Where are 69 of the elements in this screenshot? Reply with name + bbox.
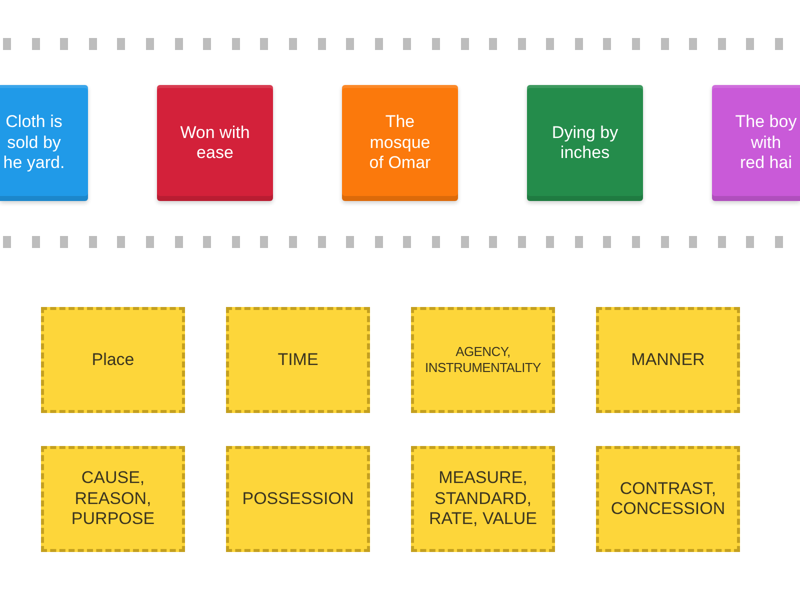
answer-card[interactable]: The mosque of Omar — [342, 85, 458, 201]
perforation-mark — [374, 38, 383, 50]
perforation-mark — [174, 38, 183, 50]
category-drop-zone: Place — [41, 307, 185, 413]
perforation-mark — [718, 38, 726, 50]
perforation-mark — [603, 236, 612, 248]
perforation-mark — [660, 236, 669, 248]
perforation-mark — [32, 38, 40, 50]
perforation-mark — [746, 236, 754, 248]
perforation-mark — [146, 38, 154, 50]
perforation-mark — [746, 38, 754, 50]
perforation-mark — [117, 236, 126, 248]
perforation-mark — [632, 38, 640, 50]
perforation-mark — [3, 38, 11, 50]
perforation-mark — [60, 38, 68, 50]
perforation-mark — [432, 236, 440, 248]
perforation-mark — [32, 236, 40, 248]
perforation-mark — [318, 236, 326, 248]
perforation-mark — [775, 38, 784, 50]
perforation-mark — [632, 236, 640, 248]
perforation-mark — [518, 38, 526, 50]
perforation-mark — [460, 236, 468, 248]
perforation-mark — [260, 236, 268, 248]
category-drop-zone: MEASURE, STANDARD, RATE, VALUE — [411, 446, 555, 552]
category-drop-zone: TIME — [226, 307, 370, 413]
perforation-mark — [288, 38, 297, 50]
perforation-mark — [403, 236, 412, 248]
perforation-mark — [460, 38, 468, 50]
perforation-mark — [203, 236, 212, 248]
answer-card[interactable]: The boy with red hai — [712, 85, 800, 201]
perforation-mark — [60, 236, 68, 248]
perforation-mark — [689, 38, 698, 50]
perforation-mark — [718, 236, 726, 248]
perforation-mark — [346, 236, 354, 248]
perforation-mark — [3, 236, 11, 248]
perforation-mark — [117, 38, 126, 50]
perforation-mark — [232, 38, 240, 50]
perforation-mark — [660, 38, 669, 50]
perforation-mark — [88, 38, 97, 50]
perforation-mark — [403, 38, 412, 50]
perforation-mark — [288, 236, 297, 248]
perforation-mark — [489, 236, 498, 248]
perforation-mark — [374, 236, 383, 248]
perforation-mark — [203, 38, 212, 50]
perforation-mark — [546, 236, 554, 248]
perforation-mark — [232, 236, 240, 248]
answer-card[interactable]: Won with ease — [157, 85, 273, 201]
perforation-mark — [574, 236, 583, 248]
category-drop-zone: CONTRAST, CONCESSION — [596, 446, 740, 552]
category-drop-zone: MANNER — [596, 307, 740, 413]
perforation-mark — [346, 38, 354, 50]
perforation-mark — [146, 236, 154, 248]
perforation-mark — [574, 38, 583, 50]
perforation-mark — [689, 236, 698, 248]
category-drop-zone: POSSESSION — [226, 446, 370, 552]
perforation-mark — [518, 236, 526, 248]
answer-card[interactable]: Dying by inches — [527, 85, 643, 201]
category-drop-zone: CAUSE, REASON, PURPOSE — [41, 446, 185, 552]
perforation-mark — [88, 236, 97, 248]
perforation-mark — [603, 38, 612, 50]
perforation-mark — [318, 38, 326, 50]
perforation-mark — [775, 236, 784, 248]
category-drop-zone: AGENCY, INSTRUMENTALITY — [411, 307, 555, 413]
perforation-mark — [432, 38, 440, 50]
answer-card[interactable]: Cloth is sold by he yard. — [0, 85, 88, 201]
perforation-mark — [489, 38, 498, 50]
perforation-mark — [260, 38, 268, 50]
perforation-mark — [174, 236, 183, 248]
perforation-mark — [546, 38, 554, 50]
